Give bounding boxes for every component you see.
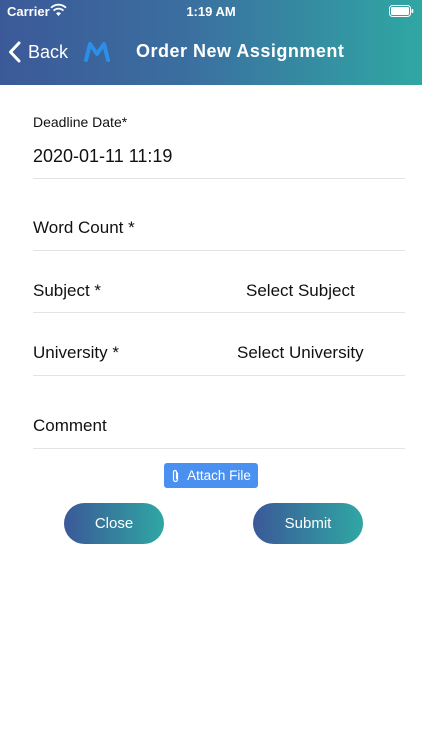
comment-label: Comment (33, 416, 107, 435)
attach-file-label: Attach File (187, 468, 251, 483)
comment-field[interactable]: Comment (33, 375, 405, 449)
deadline-label: Deadline Date* (33, 114, 128, 130)
word-count-field[interactable]: Word Count * (33, 178, 405, 251)
subject-select[interactable]: Select Subject (246, 281, 355, 301)
subject-label: Subject * (33, 281, 102, 300)
close-label: Close (94, 515, 134, 532)
navigation-bar: Back Order New Assignment (0, 30, 422, 74)
page-title: Order New Assignment (136, 41, 345, 61)
back-label: Back (28, 41, 69, 62)
university-field: University * Select University (33, 312, 405, 376)
subject-field: Subject * Select Subject (33, 250, 405, 313)
deadline-value[interactable]: 2020-01-11 11:19 (33, 146, 172, 167)
submit-label: Submit (284, 515, 332, 532)
submit-button[interactable]: Submit (253, 503, 363, 544)
close-button[interactable]: Close (64, 503, 164, 544)
status-time: 1:19 AM (186, 4, 236, 19)
status-bar: Carrier 1:19 AM (0, 0, 422, 22)
university-select[interactable]: Select University (237, 343, 364, 363)
attach-file-button[interactable]: Attach File (164, 463, 258, 488)
app-logo-icon (84, 42, 110, 62)
word-count-label: Word Count * (33, 218, 135, 237)
header: Carrier 1:19 AM Back Order New Assignmen… (0, 0, 422, 85)
deadline-field[interactable]: Deadline Date* 2020-01-11 11:19 (33, 108, 405, 179)
battery-icon (389, 5, 414, 17)
paperclip-icon (173, 469, 179, 482)
chevron-left-icon (9, 41, 21, 63)
back-button[interactable]: Back (8, 40, 68, 64)
university-label: University * (33, 343, 119, 362)
